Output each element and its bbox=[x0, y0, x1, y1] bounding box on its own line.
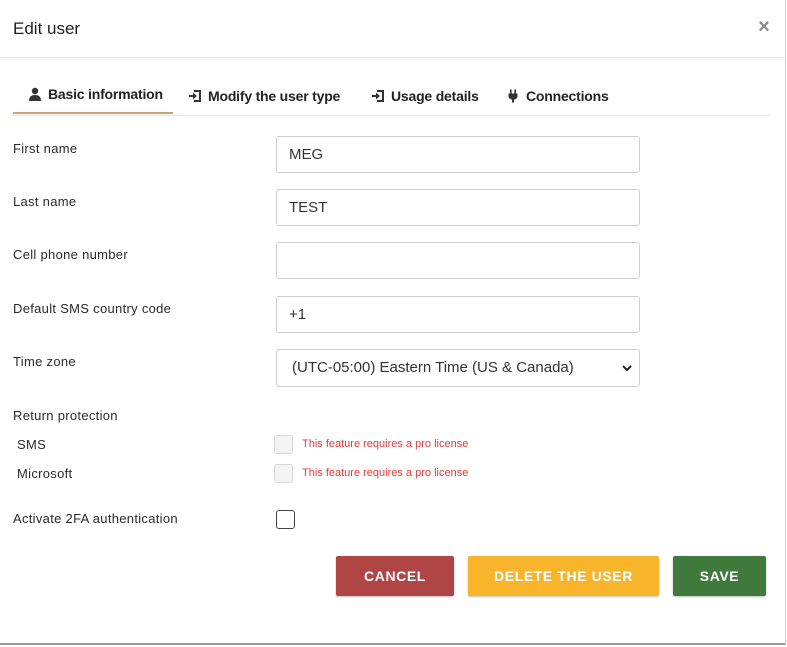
plug-icon bbox=[508, 89, 518, 102]
sms-country-code-label: Default SMS country code bbox=[13, 301, 172, 316]
first-name-input[interactable] bbox=[276, 136, 640, 173]
chevron-down-icon bbox=[622, 365, 632, 372]
dialog-title: Edit user bbox=[13, 19, 81, 38]
tab-label: Modify the user type bbox=[208, 87, 341, 104]
edit-user-dialog: Edit user × Basic information Modify the… bbox=[0, 0, 786, 645]
tab-usage-details[interactable]: Usage details bbox=[371, 76, 479, 115]
close-icon: × bbox=[758, 16, 770, 38]
sms-protection-label: SMS bbox=[17, 437, 47, 452]
tab-basic-information[interactable]: Basic information bbox=[13, 76, 173, 114]
microsoft-pro-license-note: This feature requires a pro license bbox=[302, 467, 469, 479]
save-button[interactable]: SAVE bbox=[673, 556, 766, 596]
sms-country-code-input[interactable] bbox=[276, 296, 640, 333]
time-zone-value: (UTC-05:00) Eastern Time (US & Canada) bbox=[292, 359, 574, 376]
sms-pro-license-note: This feature requires a pro license bbox=[302, 438, 469, 450]
tab-label: Connections bbox=[526, 87, 609, 104]
user-icon bbox=[29, 87, 41, 101]
cell-phone-input[interactable] bbox=[276, 242, 640, 279]
twofa-checkbox[interactable] bbox=[276, 510, 295, 529]
tab-modify-user-type[interactable]: Modify the user type bbox=[188, 76, 340, 115]
last-name-label: Last name bbox=[13, 194, 77, 209]
microsoft-protection-checkbox bbox=[274, 464, 293, 483]
last-name-input[interactable] bbox=[276, 189, 640, 226]
time-zone-select[interactable]: (UTC-05:00) Eastern Time (US & Canada) bbox=[276, 349, 640, 387]
tab-connections[interactable]: Connections bbox=[506, 76, 609, 115]
time-zone-label: Time zone bbox=[13, 354, 76, 369]
microsoft-protection-label: Microsoft bbox=[17, 466, 73, 481]
sms-protection-checkbox bbox=[274, 435, 293, 454]
sign-in-icon bbox=[372, 89, 384, 102]
first-name-label: First name bbox=[13, 141, 78, 156]
dialog-header: Edit user × bbox=[0, 0, 786, 58]
close-button[interactable]: × bbox=[754, 16, 774, 38]
cell-phone-label: Cell phone number bbox=[13, 247, 128, 262]
tab-label: Usage details bbox=[391, 87, 479, 104]
delete-user-button[interactable]: DELETE THE USER bbox=[468, 556, 659, 596]
twofa-label: Activate 2FA authentication bbox=[13, 511, 178, 526]
return-protection-label: Return protection bbox=[13, 408, 118, 423]
tab-label: Basic information bbox=[48, 86, 163, 102]
sign-in-icon bbox=[189, 89, 201, 102]
cancel-button[interactable]: CANCEL bbox=[336, 556, 454, 596]
tab-bar: Basic information Modify the user type U… bbox=[13, 76, 770, 116]
